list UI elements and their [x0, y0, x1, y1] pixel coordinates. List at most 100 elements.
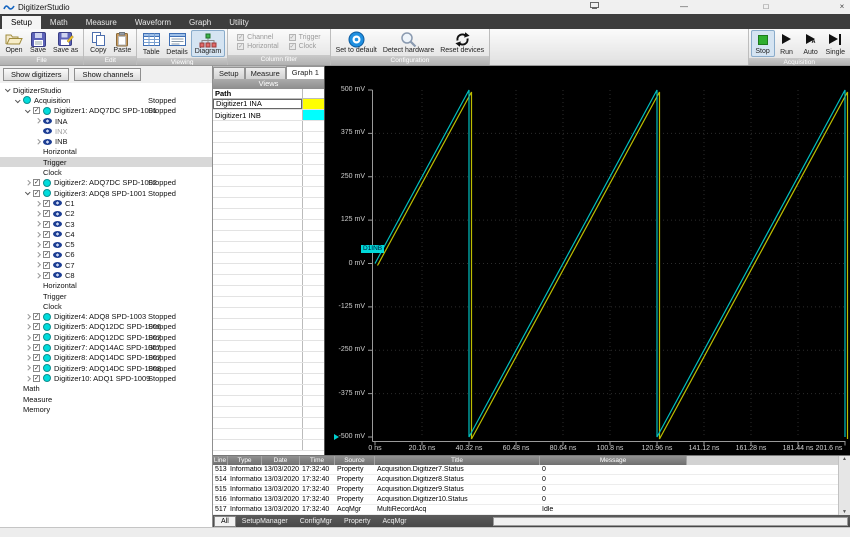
tree-item-digitizer9-adq14dc-spd-1008[interactable]: ✓Digitizer9: ADQ14DC SPD-1008Stopped — [0, 363, 212, 373]
view-path-cell[interactable]: Digitizer1 INB — [213, 110, 302, 120]
view-row-empty[interactable] — [213, 121, 324, 132]
tree-item-ina[interactable]: INA — [0, 116, 212, 126]
trace-color-swatch[interactable] — [302, 110, 324, 120]
menu-item-setup[interactable]: Setup — [2, 16, 41, 29]
view-row-empty[interactable] — [213, 319, 324, 330]
log-tab-setupmanager[interactable]: SetupManager — [236, 517, 294, 526]
tree-item-inx[interactable]: INX — [0, 126, 212, 136]
expander-closed-icon[interactable] — [33, 229, 43, 239]
expander-closed-icon[interactable] — [23, 363, 33, 373]
log-row[interactable]: 515Information13/03/202017:32:40Property… — [213, 485, 838, 495]
tree-item-c4[interactable]: ✓C4 — [0, 229, 212, 239]
tree-item-c7[interactable]: ✓C7 — [0, 260, 212, 270]
log-horizontal-scrollbar[interactable] — [493, 517, 848, 526]
view-row-empty[interactable] — [213, 264, 324, 275]
view-row[interactable]: Digitizer1 INB — [213, 110, 324, 121]
tree-item-checkbox[interactable]: ✓ — [33, 344, 40, 351]
tree-item-checkbox[interactable]: ✓ — [43, 251, 50, 258]
tab-setup[interactable]: Setup — [213, 67, 245, 79]
view-row-empty[interactable] — [213, 363, 324, 374]
tree-item-digitizer1-adq7dc-spd-1001[interactable]: ✓Digitizer1: ADQ7DC SPD-1001Stopped — [0, 106, 212, 116]
expander-closed-icon[interactable] — [23, 373, 33, 383]
menu-item-waveform[interactable]: Waveform — [126, 16, 180, 29]
log-row[interactable]: 513Information13/03/202017:32:40Property… — [213, 465, 838, 475]
expander-open-icon[interactable] — [23, 106, 33, 116]
tree-item-inb[interactable]: INB — [0, 136, 212, 146]
tree-item-checkbox[interactable]: ✓ — [33, 354, 40, 361]
view-row-empty[interactable] — [213, 440, 324, 451]
expander-closed-icon[interactable] — [33, 270, 43, 280]
waveform-graph[interactable]: 500 mV375 mV250 mV125 mV0 mV-125 mV-250 … — [325, 66, 850, 455]
menu-item-math[interactable]: Math — [41, 16, 77, 29]
expander-open-icon[interactable] — [13, 95, 23, 105]
log-tab-all[interactable]: All — [214, 516, 236, 527]
tree-item-checkbox[interactable]: ✓ — [43, 221, 50, 228]
view-row-empty[interactable] — [213, 165, 324, 176]
log-column-message[interactable]: Message — [540, 456, 687, 465]
tree-item-checkbox[interactable]: ✓ — [33, 179, 40, 186]
tree-item-digitizer5-adq12dc-spd-1006[interactable]: ✓Digitizer5: ADQ12DC SPD-1006Stopped — [0, 322, 212, 332]
log-tab-configmgr[interactable]: ConfigMgr — [294, 517, 338, 526]
details-button[interactable]: Details — [163, 30, 190, 57]
log-vertical-scrollbar[interactable]: ▲▼ — [838, 456, 850, 515]
expander-open-icon[interactable] — [23, 188, 33, 198]
view-row-empty[interactable] — [213, 176, 324, 187]
tree-item-checkbox[interactable]: ✓ — [33, 313, 40, 320]
tree-item-checkbox[interactable]: ✓ — [33, 107, 40, 114]
tree-item-c8[interactable]: ✓C8 — [0, 270, 212, 280]
expander-closed-icon[interactable] — [23, 322, 33, 332]
tree-item-checkbox[interactable]: ✓ — [33, 365, 40, 372]
expander-closed-icon[interactable] — [33, 198, 43, 208]
view-row-empty[interactable] — [213, 385, 324, 396]
view-row-empty[interactable] — [213, 154, 324, 165]
tree-item-c2[interactable]: ✓C2 — [0, 209, 212, 219]
tree-item-checkbox[interactable]: ✓ — [43, 231, 50, 238]
run-button[interactable]: Run — [775, 30, 799, 57]
view-row-empty[interactable] — [213, 429, 324, 440]
view-row-empty[interactable] — [213, 132, 324, 143]
view-row[interactable]: Digitizer1 INA — [213, 99, 324, 110]
tree-item-digitizer7-adq14ac-spd-1007[interactable]: ✓Digitizer7: ADQ14AC SPD-1007Stopped — [0, 342, 212, 352]
view-row-empty[interactable] — [213, 330, 324, 341]
tree-item-checkbox[interactable]: ✓ — [33, 334, 40, 341]
tree-item-math[interactable]: Math — [0, 384, 212, 394]
log-column-line[interactable]: Line — [213, 456, 228, 465]
tree-item-acquisition[interactable]: AcquisitionStopped — [0, 95, 212, 105]
tree-item-c3[interactable]: ✓C3 — [0, 219, 212, 229]
expander-closed-icon[interactable] — [33, 116, 43, 126]
view-row-empty[interactable] — [213, 198, 324, 209]
tree-item-clock[interactable]: Clock — [0, 301, 212, 311]
log-tab-property[interactable]: Property — [338, 517, 376, 526]
diagram-button[interactable]: Diagram — [191, 30, 225, 57]
tab-measure[interactable]: Measure — [245, 67, 286, 79]
expander-closed-icon[interactable] — [33, 240, 43, 250]
expander-closed-icon[interactable] — [23, 312, 33, 322]
view-row-empty[interactable] — [213, 275, 324, 286]
expander-closed-icon[interactable] — [23, 178, 33, 188]
tree-item-checkbox[interactable]: ✓ — [43, 262, 50, 269]
tree-item-horizontal[interactable]: Horizontal — [0, 281, 212, 291]
display-icon[interactable] — [588, 0, 600, 13]
channel-filter-checkbox[interactable]: ✓Channel — [237, 34, 279, 41]
tree-item-checkbox[interactable]: ✓ — [43, 272, 50, 279]
tree-item-checkbox[interactable]: ✓ — [43, 241, 50, 248]
tree-item-digitizer8-adq14dc-spd-1007[interactable]: ✓Digitizer8: ADQ14DC SPD-1007Stopped — [0, 353, 212, 363]
close-button[interactable]: × — [836, 0, 848, 13]
expander-closed-icon[interactable] — [23, 332, 33, 342]
log-column-date[interactable]: Date — [262, 456, 300, 465]
log-column-time[interactable]: Time — [300, 456, 335, 465]
save-as-button[interactable]: Save as — [50, 30, 81, 55]
expander-closed-icon[interactable] — [33, 137, 43, 147]
view-row-empty[interactable] — [213, 253, 324, 264]
scroll-up-icon[interactable]: ▲ — [842, 456, 847, 462]
tree-item-digitizer3-adq8-spd-1001[interactable]: ✓Digitizer3: ADQ8 SPD-1001Stopped — [0, 188, 212, 198]
tree-item-digitizer6-adq12dc-spd-1007[interactable]: ✓Digitizer6: ADQ12DC SPD-1007Stopped — [0, 332, 212, 342]
tree-item-memory[interactable]: Memory — [0, 404, 212, 414]
tree-item-digitizer2-adq7dc-spd-1002[interactable]: ✓Digitizer2: ADQ7DC SPD-1002Stopped — [0, 178, 212, 188]
auto-button[interactable]: A Auto — [799, 30, 823, 57]
stop-button[interactable]: Stop — [751, 30, 775, 57]
expander-closed-icon[interactable] — [33, 250, 43, 260]
menu-item-measure[interactable]: Measure — [77, 16, 126, 29]
expander-closed-icon[interactable] — [23, 353, 33, 363]
set-to-default-button[interactable]: Set to default — [333, 30, 380, 55]
